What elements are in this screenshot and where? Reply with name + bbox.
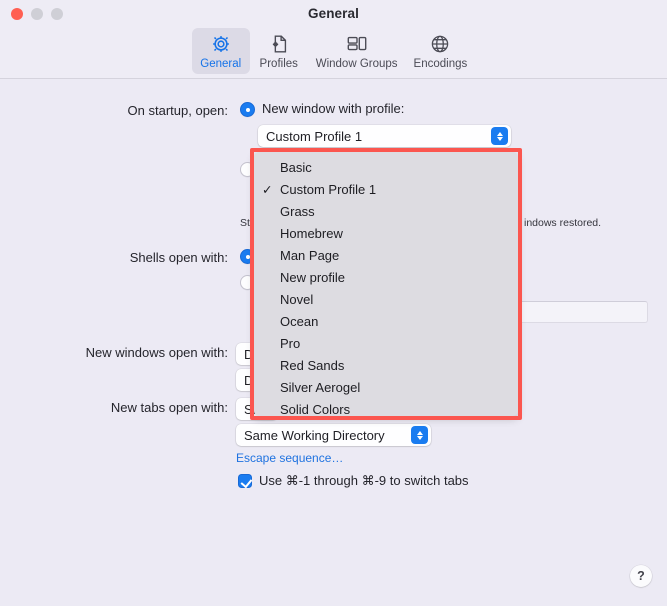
new-tab-directory-select[interactable]: Same Working Directory [236,424,431,446]
chevron-updown-icon [491,127,508,145]
radio-window-group[interactable] [240,162,255,177]
window-title: General [308,6,359,21]
document-gear-icon [268,31,290,57]
tab-window-groups-label: Window Groups [315,58,398,70]
menu-item[interactable]: Solid Colors [254,398,518,417]
menu-item-label: Grass [280,203,315,219]
help-button[interactable]: ? [630,565,652,587]
escape-sequence-link[interactable]: Escape sequence… [236,451,343,465]
menu-item[interactable]: Novel [254,288,518,310]
menu-item-label: Custom Profile 1 [280,181,377,197]
tab-encodings[interactable]: Encodings [406,28,476,74]
menu-item[interactable]: Grass [254,200,518,222]
radio-shell-default[interactable] [240,249,255,264]
startup-note-suffix: indows restored. [524,217,602,229]
new-windows-open-with-label: New windows open with: [85,345,228,360]
menu-item[interactable]: New profile [254,266,518,288]
chevron-updown-icon [411,426,428,444]
title-bar: General [0,0,667,28]
tab-general[interactable]: General [191,28,250,74]
tab-window-groups[interactable]: Window Groups [308,28,406,74]
checkmark-icon: ✓ [262,182,273,197]
menu-item-label: Man Page [280,247,340,263]
menu-item-label: Ocean [280,313,319,329]
switch-tabs-checkbox[interactable] [238,474,252,488]
tab-profiles-label: Profiles [259,58,298,70]
profile-dropdown-menu[interactable]: Basic ✓ Custom Profile 1 Grass Homebrew Man P… [254,152,518,416]
radio-new-window-with-profile-label: New window with profile: [262,101,405,116]
menu-item-label: New profile [280,269,346,285]
switch-tabs-checkbox-label: Use ⌘-1 through ⌘-9 to switch tabs [259,473,469,488]
menu-item[interactable]: ✓ Custom Profile 1 [254,178,518,200]
menu-item[interactable]: Pro [254,332,518,354]
startup-profile-select[interactable]: Custom Profile 1 [258,125,511,147]
window-groups-icon [345,31,369,57]
menu-item[interactable]: Ocean [254,310,518,332]
tab-profiles[interactable]: Profiles [250,28,308,74]
preferences-window: General General Profiles Window Groups E… [0,0,667,606]
startup-profile-select-value: Custom Profile 1 [266,128,363,144]
menu-item-label: Pro [280,335,301,351]
menu-item-label: Red Sands [280,357,345,373]
menu-item[interactable]: Silver Aerogel [254,376,518,398]
menu-item-label: Silver Aerogel [280,379,361,395]
globe-icon [429,31,451,57]
menu-item-label: Basic [280,159,312,175]
menu-item-label: Homebrew [280,225,343,241]
menu-item[interactable]: Homebrew [254,222,518,244]
radio-new-window-with-profile[interactable] [240,102,255,117]
tab-general-label: General [200,58,242,70]
new-tabs-open-with-label: New tabs open with: [110,400,228,415]
menu-item-label: Solid Colors [280,401,351,417]
menu-item[interactable]: Basic [254,156,518,178]
menu-item[interactable]: Man Page [254,244,518,266]
tab-encodings-label: Encodings [413,58,468,70]
radio-shell-command[interactable] [240,275,255,290]
gear-icon [210,31,232,57]
menu-item[interactable]: Red Sands [254,354,518,376]
preferences-toolbar: General Profiles Window Groups Encodings [0,28,667,78]
shells-open-with-label: Shells open with: [129,250,228,265]
on-startup-label: On startup, open: [127,103,228,118]
menu-item-label: Novel [280,291,314,307]
new-tab-directory-select-value: Same Working Directory [244,427,385,443]
